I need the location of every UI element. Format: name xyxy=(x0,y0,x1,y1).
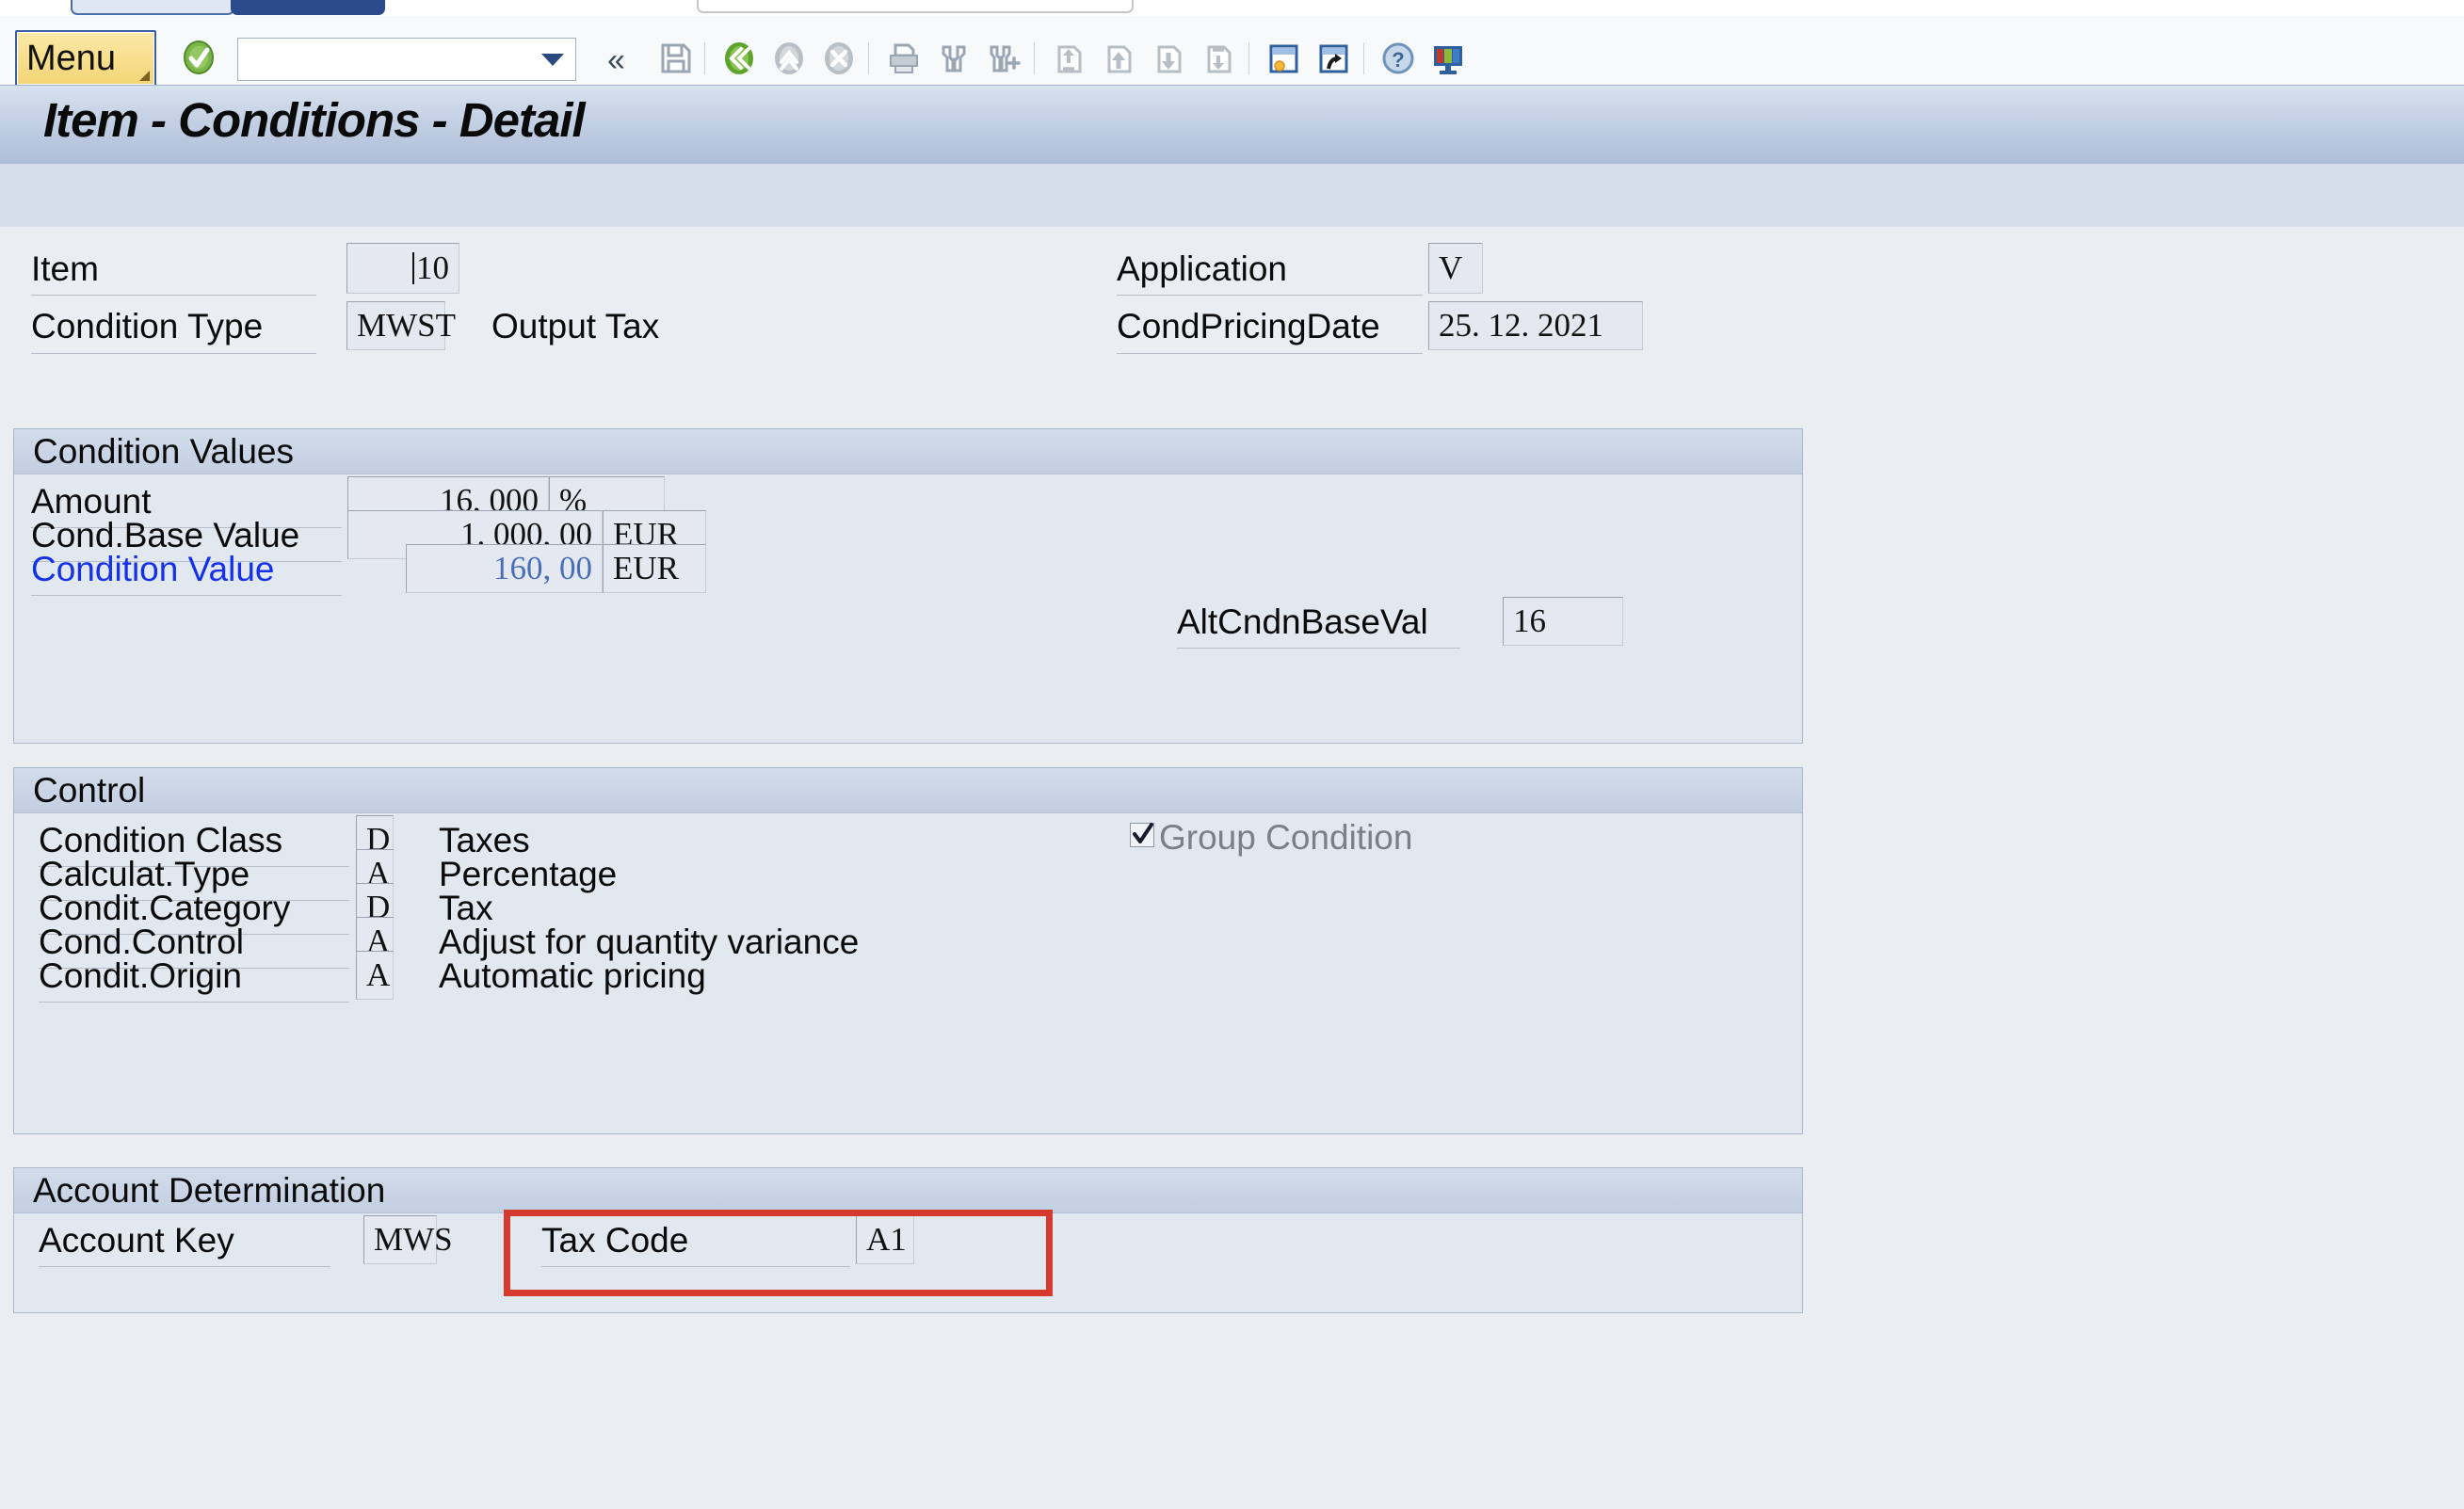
shell-address-bar[interactable] xyxy=(697,0,1134,13)
menu-button-label: Menu xyxy=(26,38,117,78)
field-underline xyxy=(31,295,316,296)
alt-cndn-base-val-input[interactable]: 16 xyxy=(1503,597,1623,646)
field-underline xyxy=(1177,648,1460,649)
header-fields: Item 10 Condition Type MWST Output Tax A… xyxy=(0,243,2464,372)
control-header: Control xyxy=(14,768,1802,813)
group-condition-checkbox[interactable] xyxy=(1130,823,1154,847)
condition-values-title: Condition Values xyxy=(33,432,294,471)
toolbar-separator xyxy=(868,42,869,74)
ok-enter-icon[interactable] xyxy=(181,40,217,75)
menu-button[interactable]: Menu xyxy=(15,30,156,87)
tax-code-highlight-annotation xyxy=(504,1210,1053,1296)
shell-tab-active[interactable] xyxy=(231,0,385,15)
toolbar-separator xyxy=(704,42,705,74)
find-next-icon[interactable] xyxy=(985,40,1023,77)
field-underline xyxy=(31,353,316,354)
control-title: Control xyxy=(33,771,146,810)
new-session-icon[interactable] xyxy=(1264,40,1302,77)
cancel-icon[interactable] xyxy=(820,40,858,77)
shell-tab-inactive[interactable] xyxy=(71,0,234,15)
item-label: Item xyxy=(31,249,99,288)
account-key-label: Account Key xyxy=(39,1221,234,1260)
application-label: Application xyxy=(1117,249,1288,288)
condition-values-panel: Condition Values Amount 16, 000 % Cond.B… xyxy=(13,428,1803,744)
cond-pricing-date-label: CondPricingDate xyxy=(1117,307,1380,345)
back-icon[interactable] xyxy=(720,40,758,77)
condit-origin-code: A xyxy=(366,956,391,993)
application-input[interactable]: V xyxy=(1428,243,1483,294)
account-determination-title: Account Determination xyxy=(33,1171,386,1210)
control-panel: Control Condition Class D Taxes Calculat… xyxy=(13,767,1803,1134)
chevron-down-icon[interactable] xyxy=(541,54,564,66)
page-title: Item - Conditions - Detail xyxy=(43,93,586,147)
command-field[interactable] xyxy=(237,38,576,81)
sap-toolbar: Menu « ? xyxy=(0,16,2464,87)
application-value: V xyxy=(1439,249,1463,286)
condition-type-input[interactable]: MWST xyxy=(346,301,456,350)
collapse-toolbar-icon[interactable]: « xyxy=(607,44,625,76)
condition-value-currency-input[interactable]: EUR xyxy=(603,544,706,593)
item-value: 10 xyxy=(416,249,449,286)
account-key-input[interactable]: MWS xyxy=(363,1215,453,1264)
field-underline xyxy=(39,1266,330,1267)
field-underline xyxy=(31,595,342,596)
toolbar-separator xyxy=(1363,42,1364,74)
find-icon[interactable] xyxy=(935,40,973,77)
exit-icon[interactable] xyxy=(770,40,808,77)
condition-value-currency: EUR xyxy=(613,550,679,586)
field-underline xyxy=(1117,353,1423,354)
toolbar-separator xyxy=(1034,42,1035,74)
create-shortcut-icon[interactable] xyxy=(1314,40,1352,77)
condit-origin-input[interactable]: A xyxy=(356,951,394,1000)
condition-type-value: MWST xyxy=(357,307,456,344)
first-page-icon[interactable] xyxy=(1050,40,1087,77)
condition-type-description: Output Tax xyxy=(491,307,660,345)
title-subbar xyxy=(0,164,2464,227)
menu-dropdown-corner-icon xyxy=(139,71,150,81)
item-input[interactable]: 10 xyxy=(346,243,459,294)
shell-strip xyxy=(0,0,2464,16)
field-underline xyxy=(39,1002,349,1003)
condition-type-label: Condition Type xyxy=(31,307,264,345)
account-determination-header: Account Determination xyxy=(14,1168,1802,1213)
screen-title-bar: Item - Conditions - Detail xyxy=(0,85,2464,166)
group-condition-label: Group Condition xyxy=(1159,818,1413,857)
next-page-icon[interactable] xyxy=(1150,40,1187,77)
last-page-icon[interactable] xyxy=(1200,40,1237,77)
condition-values-header: Condition Values xyxy=(14,429,1802,474)
text-caret xyxy=(412,252,414,284)
condition-value-label[interactable]: Condition Value xyxy=(31,550,275,589)
alt-cndn-base-val-label: AltCndnBaseVal xyxy=(1177,602,1428,641)
print-icon[interactable] xyxy=(885,40,923,77)
condition-value-input[interactable]: 160, 00 xyxy=(406,544,603,593)
condit-origin-description: Automatic pricing xyxy=(439,956,706,995)
cond-pricing-date-input[interactable]: 25. 12. 2021 xyxy=(1428,301,1643,350)
account-key-value: MWS xyxy=(374,1221,453,1258)
help-icon[interactable]: ? xyxy=(1379,40,1417,77)
toolbar-separator xyxy=(1248,42,1249,74)
condition-value-value: 160, 00 xyxy=(493,550,592,586)
alt-cndn-base-val-value: 16 xyxy=(1513,602,1546,639)
field-underline xyxy=(1117,295,1423,296)
condit-origin-label: Condit.Origin xyxy=(39,956,242,995)
cond-pricing-date-value: 25. 12. 2021 xyxy=(1439,307,1603,344)
save-icon[interactable] xyxy=(657,40,695,77)
customize-layout-icon[interactable] xyxy=(1429,40,1467,77)
previous-page-icon[interactable] xyxy=(1100,40,1137,77)
svg-text:?: ? xyxy=(1392,48,1404,72)
